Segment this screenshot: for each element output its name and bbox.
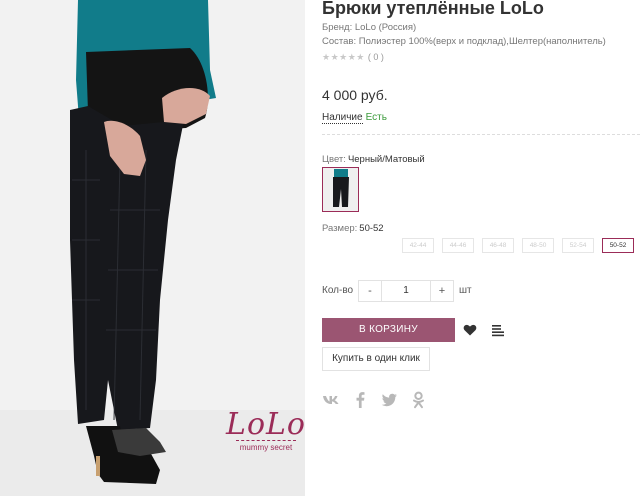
quantity-input[interactable]: 1 [382, 280, 430, 302]
availability-label[interactable]: Наличие [322, 112, 363, 124]
social-share [322, 391, 428, 409]
size-selector-label: Размер: 50-52 [322, 223, 384, 234]
twitter-icon[interactable] [380, 391, 399, 409]
brand-logo-tagline: mummy secret [239, 443, 293, 452]
product-brand: Бренд: LoLo (Россия) [322, 22, 417, 33]
quantity-decrease-button[interactable]: - [358, 280, 382, 302]
quantity-unit: шт [459, 285, 472, 296]
size-option[interactable]: 44-46 [442, 238, 474, 253]
rating-stars-icon[interactable]: ★★★★★ [322, 52, 365, 62]
quantity-stepper: - 1 + [358, 280, 454, 302]
product-rating[interactable]: ★★★★★( 0 ) [322, 52, 384, 63]
rating-count: ( 0 ) [367, 52, 384, 62]
size-option-selected[interactable]: 50-52 [602, 238, 634, 253]
product-price: 4 000 руб. [322, 87, 388, 103]
color-swatch-thumbnail [324, 169, 357, 210]
odnoklassniki-icon[interactable] [409, 391, 428, 409]
color-selector-label: Цвет: Черный/Матовый [322, 154, 425, 165]
size-options: 42-44 44-46 46-48 48-50 52-54 50-52 [402, 238, 634, 253]
availability: Наличие Есть [322, 112, 387, 124]
product-photo[interactable]: LoLo mummy secret [0, 0, 305, 496]
quantity-increase-button[interactable]: + [430, 280, 454, 302]
product-title: Брюки утеплённые LoLo [322, 0, 544, 18]
product-info: Брюки утеплённые LoLo Бренд: LoLo (Росси… [322, 0, 640, 496]
section-divider [322, 134, 640, 135]
size-option[interactable]: 48-50 [522, 238, 554, 253]
brand-logo-word: LoLo [226, 407, 305, 442]
availability-value: Есть [365, 112, 387, 123]
color-swatch-black[interactable] [322, 167, 359, 212]
size-label: Размер: [322, 223, 358, 234]
heart-icon[interactable] [463, 323, 477, 337]
quantity-label: Кол-во [322, 285, 354, 296]
compare-list-icon[interactable] [491, 323, 505, 337]
facebook-icon[interactable] [351, 391, 370, 409]
color-label: Цвет: [322, 154, 346, 165]
product-composition: Состав: Полиэстер 100%(верх и подклад),Ш… [322, 36, 606, 47]
color-value: Черный/Матовый [347, 154, 425, 165]
size-option[interactable]: 42-44 [402, 238, 434, 253]
buy-one-click-button[interactable]: Купить в один клик [322, 347, 430, 371]
add-to-cart-button[interactable]: В КОРЗИНУ [322, 318, 455, 342]
size-option[interactable]: 52-54 [562, 238, 594, 253]
size-option[interactable]: 46-48 [482, 238, 514, 253]
brand-logo: LoLo mummy secret [226, 410, 305, 460]
size-value: 50-52 [359, 223, 384, 234]
vk-icon[interactable] [322, 391, 341, 409]
